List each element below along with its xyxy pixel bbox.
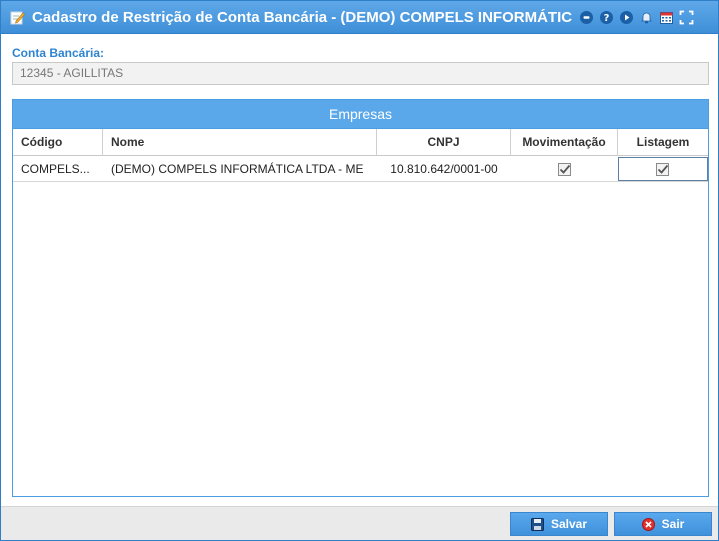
dialog-window: Cadastro de Restrição de Conta Bancária … (0, 0, 719, 541)
exit-button-label: Sair (661, 517, 685, 531)
bell-icon[interactable] (639, 10, 654, 25)
panel-title: Empresas (13, 100, 708, 129)
fullscreen-icon[interactable] (679, 10, 694, 25)
table-row[interactable]: COMPELS... (DEMO) COMPELS INFORMÁTICA LT… (13, 157, 708, 182)
close-icon (641, 517, 655, 531)
companies-panel: Empresas Código Nome CNPJ Movimentação L… (12, 99, 709, 497)
calendar-icon[interactable] (659, 10, 674, 25)
grid-header: Código Nome CNPJ Movimentação Listagem (13, 129, 708, 156)
listagem-checkbox[interactable] (656, 163, 669, 176)
exit-button[interactable]: Sair (614, 512, 712, 536)
window-title: Cadastro de Restrição de Conta Bancária … (32, 9, 572, 26)
movimentacao-checkbox[interactable] (558, 163, 571, 176)
cell-nome: (DEMO) COMPELS INFORMÁTICA LTDA - ME (111, 162, 364, 176)
account-field[interactable]: 12345 - AGILLITAS (12, 62, 709, 85)
minimize-icon[interactable] (579, 10, 594, 25)
edit-form-icon (10, 10, 25, 25)
cell-cnpj: 10.810.642/0001-00 (390, 162, 498, 176)
column-header-cnpj[interactable]: CNPJ (377, 129, 511, 156)
save-button-label: Salvar (550, 517, 588, 531)
column-header-listagem[interactable]: Listagem (618, 129, 708, 156)
account-label: Conta Bancária: (12, 46, 105, 60)
title-bar[interactable]: Cadastro de Restrição de Conta Bancária … (1, 1, 718, 34)
dialog-footer: Salvar Sair (1, 506, 718, 540)
save-button[interactable]: Salvar (510, 512, 608, 536)
floppy-disk-icon (530, 517, 544, 531)
column-header-codigo[interactable]: Código (13, 129, 103, 156)
help-icon[interactable]: ? (599, 10, 614, 25)
cell-codigo: COMPELS... (21, 162, 90, 176)
play-icon[interactable] (619, 10, 634, 25)
column-header-nome[interactable]: Nome (103, 129, 377, 156)
svg-text:?: ? (604, 13, 610, 24)
title-toolbar: ? (579, 10, 694, 26)
column-header-movimentacao[interactable]: Movimentação (511, 129, 618, 156)
